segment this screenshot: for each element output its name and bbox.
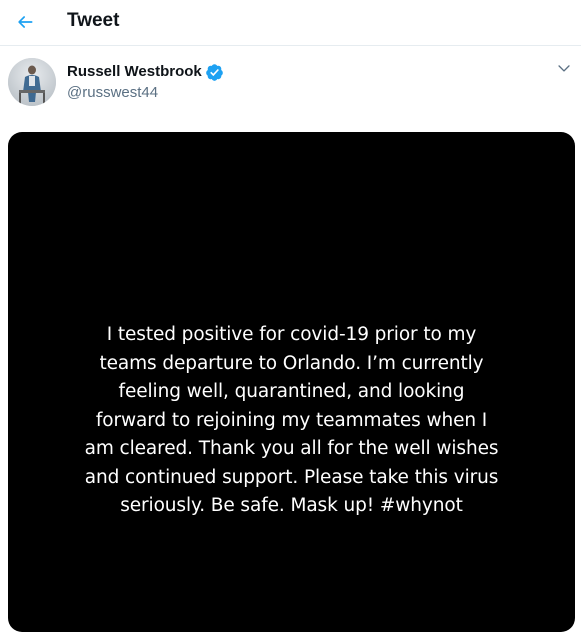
image-text-line: seriously. Be safe. Mask up! #whynot (120, 495, 463, 516)
image-text-line: forward to rejoining my teammates when I (95, 409, 488, 431)
author-handle[interactable]: @russwest44 (67, 83, 224, 103)
more-options-button[interactable] (553, 59, 575, 81)
top-bar: Tweet (0, 0, 581, 46)
avatar[interactable] (8, 58, 56, 106)
image-text-line: am cleared. Thank you all for the well w… (84, 438, 499, 459)
verified-badge-icon (205, 63, 224, 82)
author-display-name[interactable]: Russell Westbrook (67, 62, 202, 82)
image-text-line: feeling well, quarantined, and looking (118, 381, 465, 402)
back-button[interactable] (6, 3, 44, 41)
image-text-line: teams departure to Orlando. I’m currentl… (99, 352, 484, 374)
arrow-left-icon (15, 12, 35, 32)
image-text-line: and continued support. Please take this … (84, 466, 499, 488)
page-title: Tweet (67, 10, 120, 31)
image-text-line: I tested positive for covid-19 prior to … (106, 324, 477, 345)
chevron-down-icon (556, 60, 572, 81)
tweet-author-row: Russell Westbrook @russwest44 (0, 47, 581, 127)
tweet-image[interactable]: I tested positive for covid-19 prior to … (8, 132, 575, 632)
author-names: Russell Westbrook @russwest44 (67, 62, 224, 103)
tweet-image-text: I tested positive for covid-19 prior to … (8, 321, 575, 521)
